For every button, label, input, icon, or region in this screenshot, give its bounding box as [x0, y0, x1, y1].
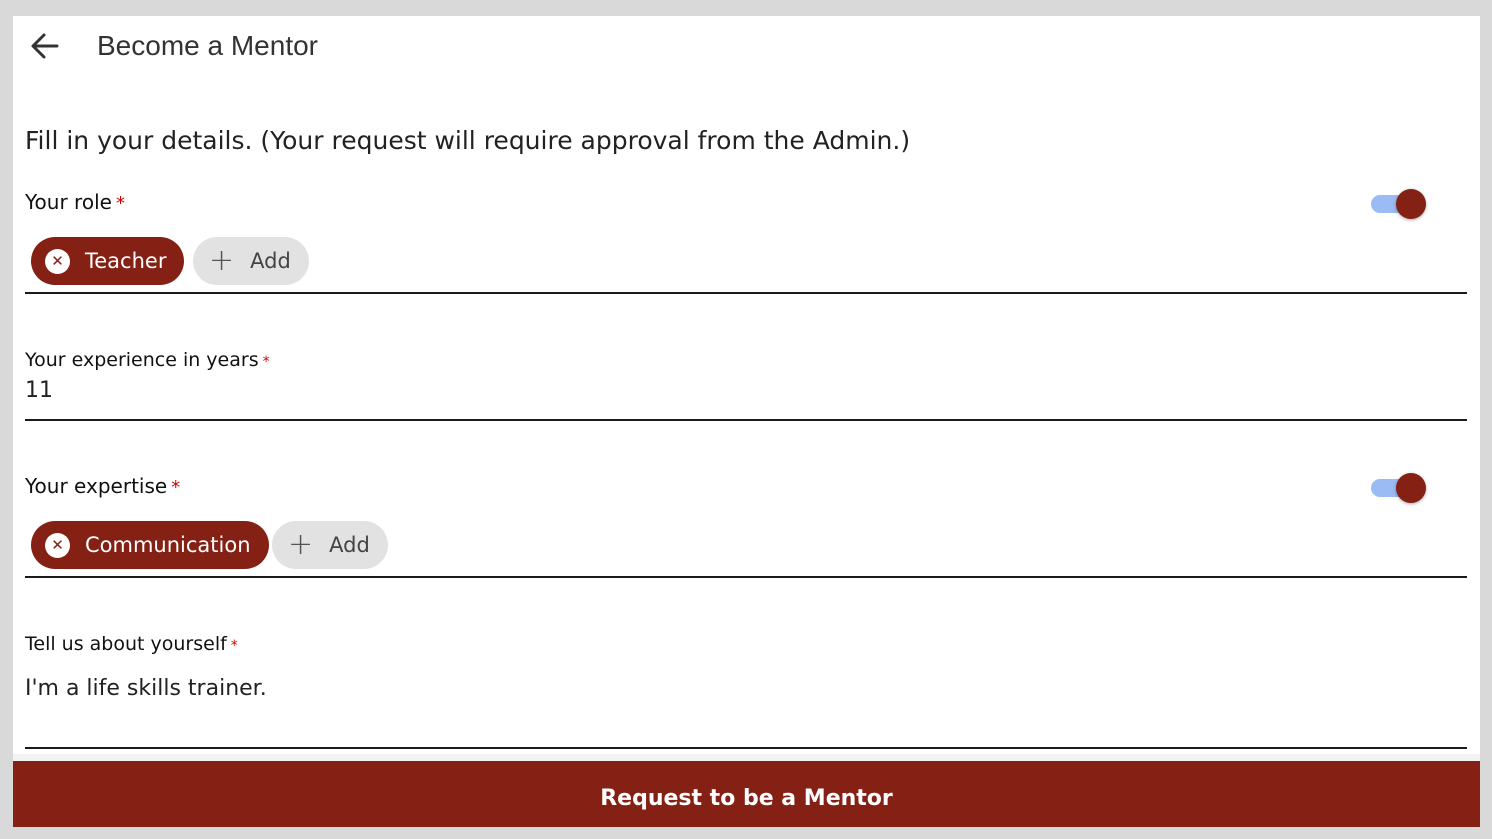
footer-divider: [13, 754, 1480, 761]
about-field[interactable]: Tell us about yourself * I'm a life skill…: [25, 630, 1467, 750]
role-toggle[interactable]: [1371, 188, 1427, 220]
expertise-chip-communication[interactable]: ✕ Communication: [31, 521, 269, 569]
experience-input[interactable]: 11: [25, 378, 53, 403]
add-role-button[interactable]: + Add: [193, 237, 309, 285]
mentor-form-card: Become a Mentor Fill in your details. (Y…: [13, 16, 1480, 827]
page-header: Become a Mentor: [13, 16, 1480, 78]
role-label: Your role *: [25, 190, 125, 214]
expertise-toggle[interactable]: [1371, 472, 1427, 504]
experience-field[interactable]: Your experience in years * 11: [25, 346, 1467, 422]
expertise-label: Your expertise *: [25, 474, 181, 498]
expertise-field: Your expertise * ✕ Communication + Add: [25, 472, 1467, 578]
plus-icon: +: [288, 527, 314, 562]
field-underline: [25, 576, 1467, 578]
role-field: Your role * ✕ Teacher + Add: [25, 188, 1467, 294]
arrow-left-icon: [31, 33, 59, 59]
required-mark: *: [262, 354, 270, 370]
about-textarea[interactable]: I'm a life skills trainer.: [25, 676, 267, 701]
required-mark: *: [230, 638, 238, 654]
required-mark: *: [115, 193, 125, 214]
role-chip-teacher[interactable]: ✕ Teacher: [31, 237, 185, 285]
toggle-thumb: [1396, 473, 1426, 503]
plus-icon: +: [209, 243, 235, 278]
field-underline: [25, 292, 1467, 294]
remove-chip-icon[interactable]: ✕: [45, 532, 70, 558]
intro-text: Fill in your details. (Your request will…: [25, 126, 911, 155]
add-expertise-button[interactable]: + Add: [272, 521, 388, 569]
request-mentor-button[interactable]: Request to be a Mentor: [13, 761, 1480, 827]
toggle-thumb: [1396, 189, 1426, 219]
field-underline: [25, 747, 1467, 749]
page-title: Become a Mentor: [97, 30, 318, 61]
experience-label: Your experience in years *: [25, 349, 270, 371]
about-label: Tell us about yourself *: [25, 633, 238, 655]
required-mark: *: [171, 477, 181, 498]
remove-chip-icon[interactable]: ✕: [45, 248, 70, 274]
back-button[interactable]: [27, 28, 63, 64]
field-underline: [25, 419, 1467, 421]
